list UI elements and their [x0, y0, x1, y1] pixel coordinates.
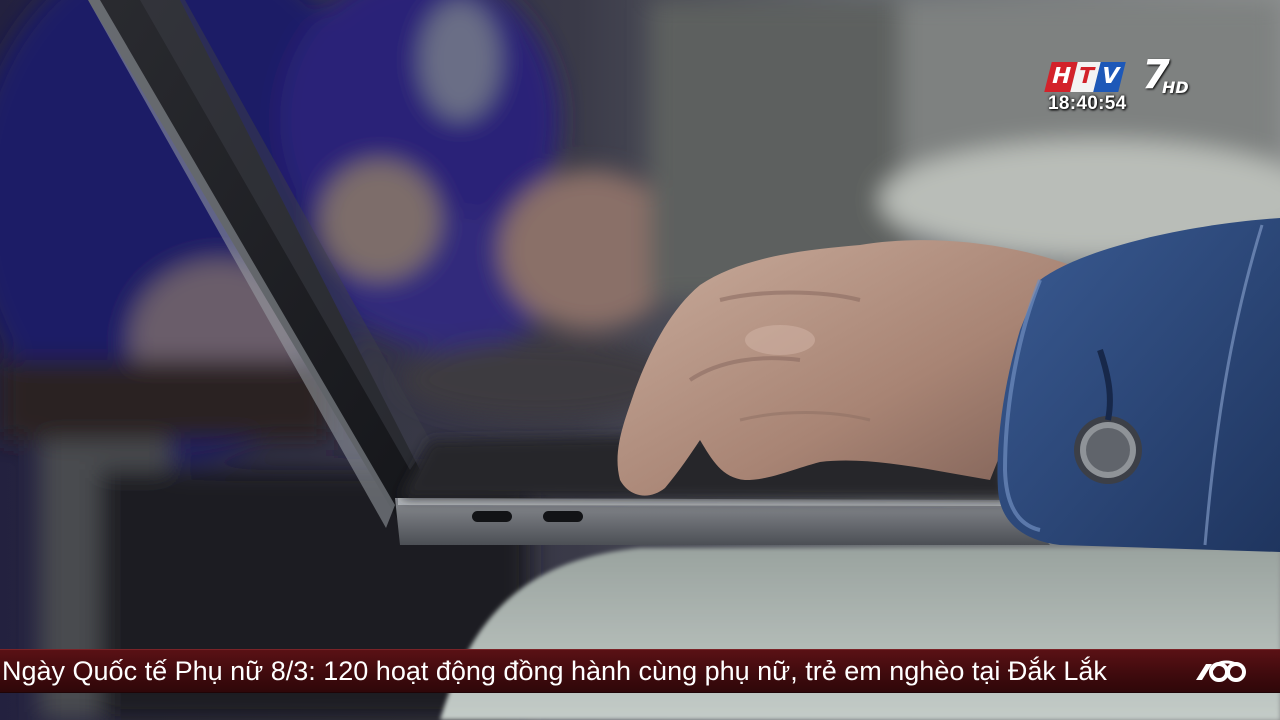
sixty-seconds-logo-icon	[1196, 660, 1246, 682]
news-ticker: Ngày Quốc tế Phụ nữ 8/3: 120 hoạt động đ…	[0, 649, 1280, 693]
video-frame: H T V 7 HD 18:40:54 Ngày Quốc tế Phụ nữ …	[0, 0, 1280, 720]
logo-hd-suffix: HD	[1162, 78, 1189, 97]
channel-logo-letters: H T V	[1044, 62, 1127, 92]
broadcast-clock: 18:40:54	[1048, 93, 1127, 114]
ticker-headline: Ngày Quốc tế Phụ nữ 8/3: 120 hoạt động đ…	[2, 656, 1107, 686]
